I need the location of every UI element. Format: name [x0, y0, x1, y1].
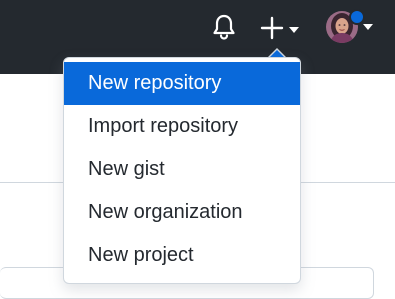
bell-icon[interactable]	[211, 13, 237, 41]
caret-down-icon[interactable]	[289, 27, 299, 33]
menu-item-new-project[interactable]: New project	[64, 234, 300, 277]
menu-item-new-gist[interactable]: New gist	[64, 148, 300, 191]
status-indicator-icon	[349, 9, 365, 25]
menu-item-import-repository[interactable]: Import repository	[64, 105, 300, 148]
create-new-dropdown: New repository Import repository New gis…	[63, 57, 301, 284]
menu-item-new-repository[interactable]: New repository	[64, 62, 300, 105]
caret-down-icon[interactable]	[363, 24, 373, 30]
plus-icon[interactable]	[259, 15, 285, 41]
menu-item-new-organization[interactable]: New organization	[64, 191, 300, 234]
